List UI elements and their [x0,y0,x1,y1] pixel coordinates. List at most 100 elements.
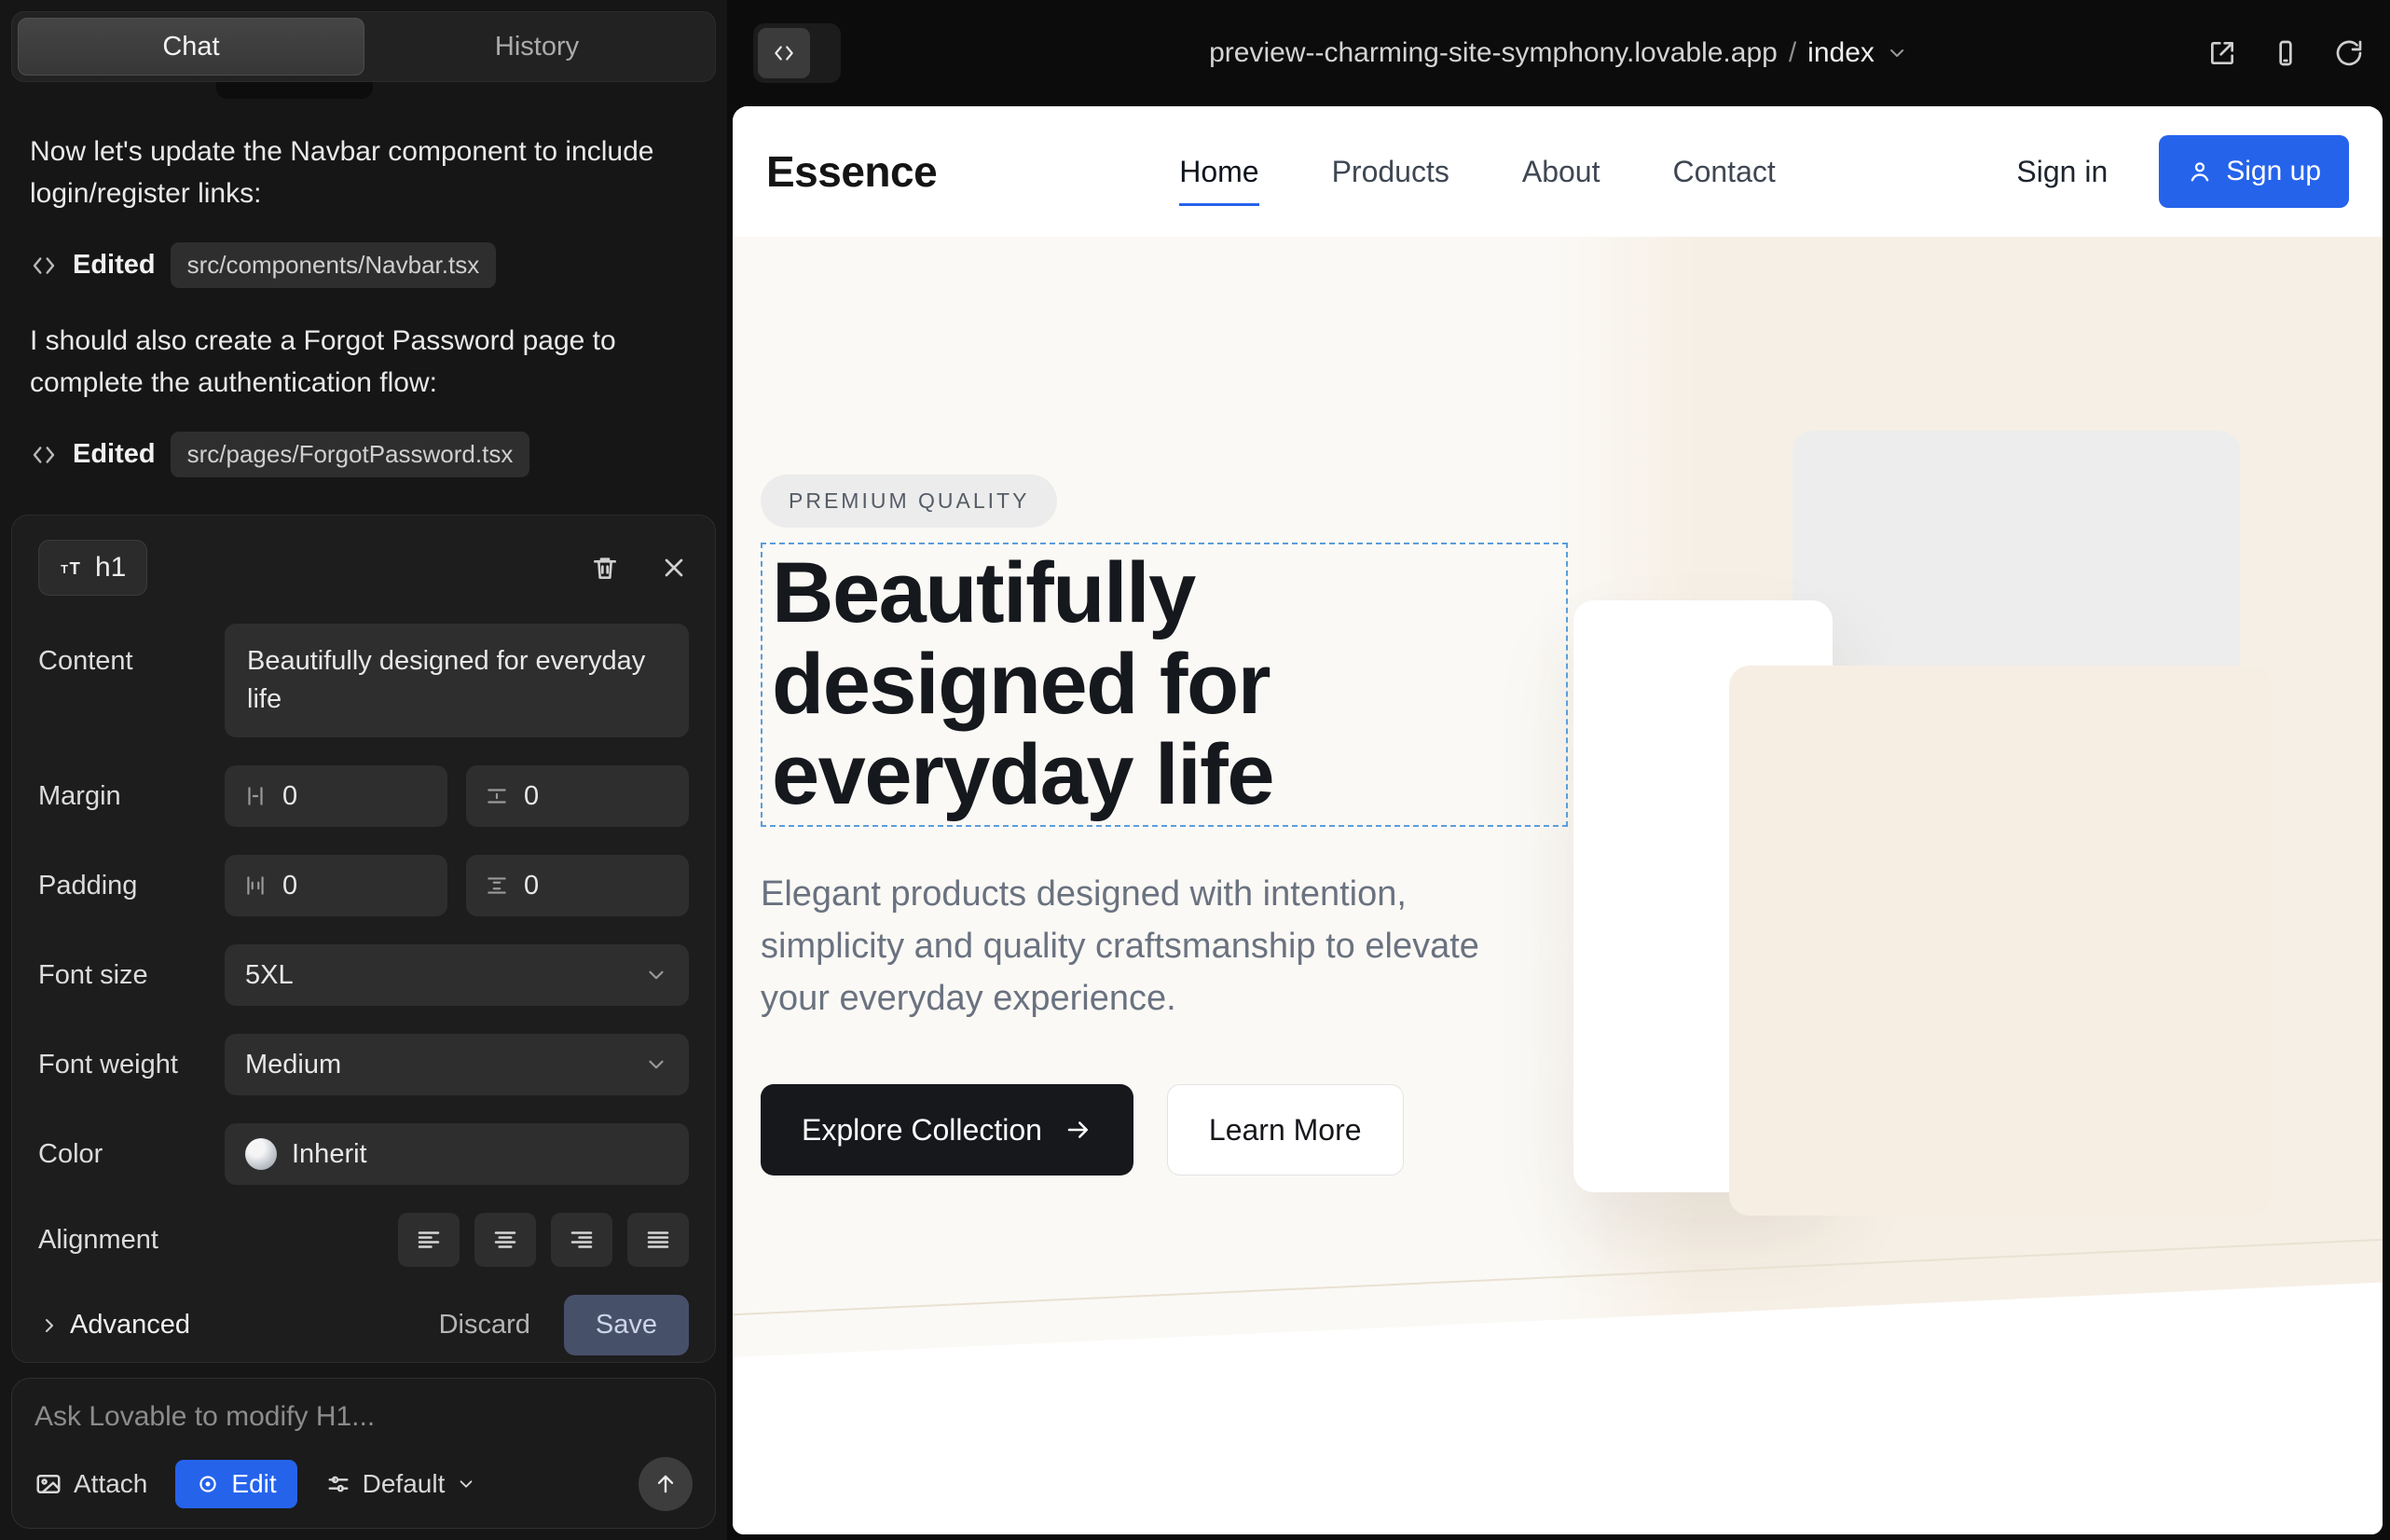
refresh-icon [2334,38,2364,68]
tab-history[interactable]: History [364,18,709,76]
padding-vertical-value: 0 [524,871,539,901]
color-label: Color [38,1139,225,1170]
chevron-down-icon [644,1052,668,1077]
nav-link-contact[interactable]: Contact [1672,155,1775,189]
padding-vertical-input[interactable]: 0 [466,855,689,916]
svg-text:T: T [61,562,68,576]
align-left-icon [415,1226,443,1254]
code-view-button[interactable] [758,28,810,78]
alignment-label: Alignment [38,1225,225,1256]
padding-horizontal-icon [243,873,268,898]
chat-message: Now let's update the Navbar component to… [30,131,673,214]
typography-icon: TT [60,555,86,581]
device-preview-button[interactable] [2271,38,2301,68]
element-tag-chip[interactable]: TT h1 [38,540,147,596]
decorative-card-beige [1729,666,2272,1216]
model-default-button[interactable]: Default [325,1469,477,1499]
margin-label: Margin [38,781,225,812]
discard-button[interactable]: Discard [439,1310,530,1341]
code-view-toggle [753,23,841,83]
save-button[interactable]: Save [564,1295,689,1355]
selected-h1-element[interactable]: Beautifully designed for everyday life [761,543,1568,827]
premium-quality-badge: PREMIUM QUALITY [761,474,1057,528]
font-weight-label: Font weight [38,1050,225,1080]
explore-collection-button[interactable]: Explore Collection [761,1084,1133,1176]
nav-link-about[interactable]: About [1522,155,1600,189]
editor-footer: Advanced Discard Save [38,1295,689,1355]
preview-url[interactable]: preview--charming-site-symphony.lovable.… [1209,37,1908,69]
margin-vertical-value: 0 [524,781,539,812]
default-label: Default [363,1469,446,1499]
content-row: Content Beautifully designed for everyda… [38,624,689,737]
code-icon [30,441,58,469]
alignment-row: Alignment [38,1213,689,1267]
chevron-down-icon [1886,42,1908,64]
nav-link-home[interactable]: Home [1179,155,1258,189]
file-chip-forgot-password[interactable]: src/pages/ForgotPassword.tsx [171,432,530,477]
rendered-site: Essence Home Products About Contact Sign… [733,106,2383,1534]
sign-in-link[interactable]: Sign in [2016,155,2108,189]
hero-cta-row: Explore Collection Learn More [761,1084,1618,1176]
url-domain: preview--charming-site-symphony.lovable.… [1209,37,1778,69]
delete-element-button[interactable] [590,553,620,583]
align-center-button[interactable] [474,1213,536,1267]
external-link-icon [2207,38,2237,68]
color-value: Inherit [292,1139,668,1170]
color-row: Color Inherit [38,1123,689,1185]
nav-link-products[interactable]: Products [1332,155,1449,189]
file-chip-navbar[interactable]: src/components/Navbar.tsx [171,242,497,288]
user-icon [2187,158,2213,185]
edited-label: Edited [73,439,156,470]
chat-sidebar: Chat History Now let's update the Navbar… [0,0,727,1540]
refresh-button[interactable] [2334,38,2364,68]
margin-row: Margin 0 0 [38,765,689,827]
margin-vertical-icon [485,784,509,808]
sign-up-button[interactable]: Sign up [2159,135,2349,208]
align-left-button[interactable] [398,1213,460,1267]
font-size-value: 5XL [245,960,629,991]
font-size-select[interactable]: 5XL [225,944,689,1006]
hero-section: PREMIUM QUALITY Beautifully designed for… [733,237,2383,1534]
open-in-new-tab-button[interactable] [2207,38,2237,68]
edit-mode-button[interactable]: Edit [175,1460,296,1508]
site-logo[interactable]: Essence [766,146,937,197]
align-center-icon [491,1226,519,1254]
edited-label: Edited [73,250,156,281]
site-nav-links: Home Products About Contact [1179,155,1776,189]
color-select[interactable]: Inherit [225,1123,689,1185]
align-right-button[interactable] [551,1213,612,1267]
margin-horizontal-input[interactable]: 0 [225,765,447,827]
font-weight-select[interactable]: Medium [225,1034,689,1095]
font-size-label: Font size [38,960,225,991]
prompt-composer: Attach Edit Default [11,1378,716,1529]
padding-horizontal-input[interactable]: 0 [225,855,447,916]
code-icon [30,252,58,280]
content-label: Content [38,624,225,677]
padding-row: Padding 0 0 [38,855,689,916]
hero-content: PREMIUM QUALITY Beautifully designed for… [761,237,1618,1176]
arrow-up-icon [652,1471,679,1497]
advanced-label: Advanced [70,1310,190,1341]
hero-description: Elegant products designed with intention… [761,868,1516,1025]
smartphone-icon [2271,38,2301,68]
browser-actions [2207,38,2364,68]
advanced-toggle[interactable]: Advanced [38,1310,190,1341]
attach-image-icon [34,1470,62,1498]
margin-horizontal-value: 0 [282,781,297,812]
content-input[interactable]: Beautifully designed for everyday life [225,624,689,737]
align-justify-icon [644,1226,672,1254]
send-button[interactable] [639,1457,693,1511]
browser-toolbar: preview--charming-site-symphony.lovable.… [727,0,2390,106]
prompt-input[interactable] [34,1401,693,1442]
align-justify-button[interactable] [627,1213,689,1267]
color-swatch-icon [245,1138,277,1170]
learn-more-button[interactable]: Learn More [1167,1084,1404,1176]
tab-chat[interactable]: Chat [18,18,364,76]
margin-horizontal-icon [243,784,268,808]
attach-button[interactable]: Attach [34,1469,147,1499]
edited-file-row: Edited src/components/Navbar.tsx [30,242,697,288]
close-panel-button[interactable] [659,553,689,583]
url-separator: / [1789,37,1796,69]
margin-vertical-input[interactable]: 0 [466,765,689,827]
element-editor-panel: TT h1 Content Beautifu [11,515,716,1363]
